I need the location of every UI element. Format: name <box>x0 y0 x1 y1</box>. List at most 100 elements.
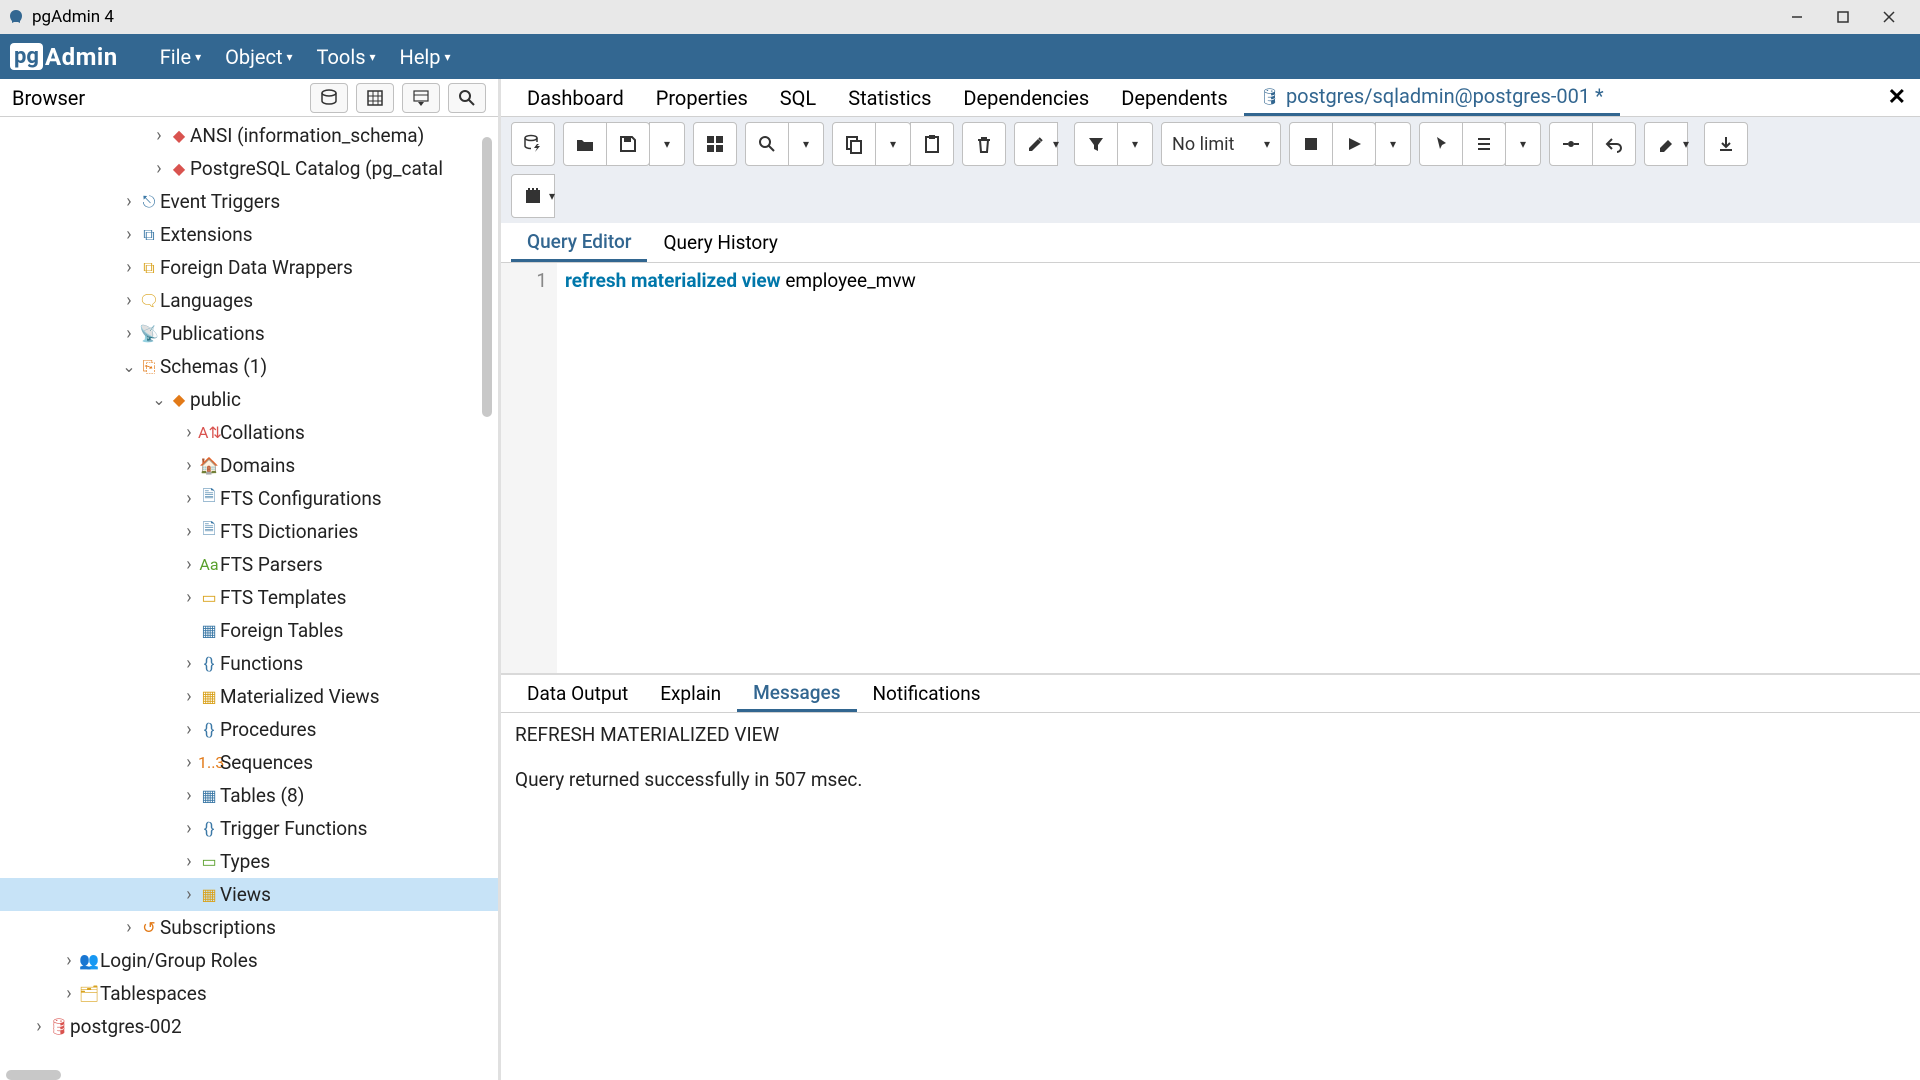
tree-node[interactable]: A⇅Collations <box>0 416 498 449</box>
find-dropdown[interactable]: ▾ <box>788 122 824 166</box>
save-file-dropdown[interactable]: ▾ <box>649 122 685 166</box>
menu-file[interactable]: File▾ <box>148 34 213 79</box>
tab-messages[interactable]: Messages <box>737 675 856 712</box>
tree-node[interactable]: ◆public <box>0 383 498 416</box>
tree-node[interactable]: ⧉Foreign Data Wrappers <box>0 251 498 284</box>
tree-node[interactable]: 1..3Sequences <box>0 746 498 779</box>
tree-node[interactable]: ▭FTS Templates <box>0 581 498 614</box>
filter-rows-button[interactable] <box>402 83 440 113</box>
close-button[interactable] <box>1866 0 1912 34</box>
delete-row-button[interactable] <box>962 122 1006 166</box>
find-button[interactable] <box>745 122 789 166</box>
tree-caret-closed[interactable] <box>180 422 198 443</box>
tree-node[interactable]: {}Procedures <box>0 713 498 746</box>
search-objects-button[interactable] <box>448 83 486 113</box>
tree-caret-closed[interactable] <box>180 488 198 509</box>
tab-close-button[interactable]: ✕ <box>1874 85 1920 110</box>
tree-node[interactable]: {}Trigger Functions <box>0 812 498 845</box>
tree-caret-closed[interactable] <box>120 323 138 344</box>
sql-editor[interactable]: 1 refresh materialized view employee_mvw <box>501 263 1920 673</box>
copy-dropdown[interactable]: ▾ <box>875 122 911 166</box>
tab-query-connection[interactable]: 🛢 postgres/sqladmin@postgres-001 * <box>1244 79 1620 116</box>
tree-caret-closed[interactable] <box>180 521 198 542</box>
tree-node[interactable]: ⎘Schemas (1) <box>0 350 498 383</box>
tab-statistics[interactable]: Statistics <box>832 79 947 116</box>
tab-properties[interactable]: Properties <box>640 79 764 116</box>
filter-button[interactable] <box>1074 122 1118 166</box>
tree-scrollbar-thumb[interactable] <box>482 137 492 417</box>
tree-node[interactable]: 📡Publications <box>0 317 498 350</box>
editor-content[interactable]: refresh materialized view employee_mvw <box>557 263 1920 673</box>
download-button[interactable] <box>1704 122 1748 166</box>
tree-caret-closed[interactable] <box>120 224 138 245</box>
edit-dropdown[interactable]: ▾ <box>1046 122 1066 166</box>
save-file-button[interactable] <box>606 122 650 166</box>
tree-hscroll-thumb[interactable] <box>6 1070 61 1080</box>
paste-button[interactable] <box>910 122 954 166</box>
tree-caret-closed[interactable] <box>180 818 198 839</box>
rollback-button[interactable] <box>1592 122 1636 166</box>
tree-node[interactable]: ⎋Event Triggers <box>0 185 498 218</box>
tab-explain[interactable]: Explain <box>644 675 737 712</box>
explain-button[interactable] <box>1419 122 1463 166</box>
tree-node[interactable]: ▦Tables (8) <box>0 779 498 812</box>
tree-node[interactable]: 🛢postgres-002 <box>0 1010 498 1043</box>
filter-dropdown[interactable]: ▾ <box>1117 122 1153 166</box>
menu-help[interactable]: Help▾ <box>388 34 463 79</box>
open-file-button[interactable] <box>563 122 607 166</box>
tree-caret-open[interactable] <box>120 357 138 376</box>
tree-caret-closed[interactable] <box>150 158 168 179</box>
tree-caret-closed[interactable] <box>180 752 198 773</box>
tree-node[interactable]: 👥Login/Group Roles <box>0 944 498 977</box>
tree-caret-closed[interactable] <box>180 686 198 707</box>
explain-dropdown[interactable]: ▾ <box>1505 122 1541 166</box>
tree-caret-open[interactable] <box>150 390 168 409</box>
tree-node[interactable]: ▦Materialized Views <box>0 680 498 713</box>
tab-sql[interactable]: SQL <box>764 79 832 116</box>
tree-node[interactable]: ▦Foreign Tables <box>0 614 498 647</box>
tree-node[interactable]: ▭Types <box>0 845 498 878</box>
open-query-button[interactable] <box>511 122 555 166</box>
tree-caret-closed[interactable] <box>180 851 198 872</box>
maximize-button[interactable] <box>1820 0 1866 34</box>
tree-caret-closed[interactable] <box>60 950 78 971</box>
stop-button[interactable] <box>1289 122 1333 166</box>
tree-caret-closed[interactable] <box>120 257 138 278</box>
tree-node[interactable]: 🏠Domains <box>0 449 498 482</box>
tree-caret-closed[interactable] <box>120 191 138 212</box>
tree-node[interactable]: AaFTS Parsers <box>0 548 498 581</box>
tree-caret-closed[interactable] <box>180 653 198 674</box>
menu-object[interactable]: Object▾ <box>213 34 304 79</box>
tree-caret-closed[interactable] <box>180 884 198 905</box>
tree-caret-closed[interactable] <box>180 455 198 476</box>
tree-caret-closed[interactable] <box>180 587 198 608</box>
tree-node[interactable]: 🗎FTS Dictionaries <box>0 515 498 548</box>
edit-grid-button[interactable] <box>693 122 737 166</box>
clear-dropdown[interactable]: ▾ <box>1676 122 1696 166</box>
execute-button[interactable] <box>1332 122 1376 166</box>
copy-button[interactable] <box>832 122 876 166</box>
tab-dashboard[interactable]: Dashboard <box>511 79 640 116</box>
tab-notifications[interactable]: Notifications <box>857 675 997 712</box>
tree-caret-closed[interactable] <box>60 983 78 1004</box>
tree-caret-closed[interactable] <box>30 1016 48 1037</box>
commit-button[interactable] <box>1549 122 1593 166</box>
tab-dependents[interactable]: Dependents <box>1105 79 1243 116</box>
tree-node[interactable]: ⧉Extensions <box>0 218 498 251</box>
tree-caret-closed[interactable] <box>180 719 198 740</box>
minimize-button[interactable] <box>1774 0 1820 34</box>
tree-caret-closed[interactable] <box>180 785 198 806</box>
tree-caret-closed[interactable] <box>120 290 138 311</box>
menu-tools[interactable]: Tools▾ <box>305 34 388 79</box>
tree-node[interactable]: 🗎FTS Configurations <box>0 482 498 515</box>
row-limit-select[interactable]: No limit▾ <box>1161 122 1281 166</box>
tree-node[interactable]: ◆ANSI (information_schema) <box>0 119 498 152</box>
scratch-pad-dropdown[interactable]: ▾ <box>541 174 563 218</box>
view-data-button[interactable] <box>356 83 394 113</box>
execute-dropdown[interactable]: ▾ <box>1375 122 1411 166</box>
tree-caret-closed[interactable] <box>120 917 138 938</box>
tab-query-history[interactable]: Query History <box>647 223 793 262</box>
tree-node[interactable]: ▦Views <box>0 878 498 911</box>
tree-node[interactable]: 🗨Languages <box>0 284 498 317</box>
explain-analyze-button[interactable] <box>1462 122 1506 166</box>
